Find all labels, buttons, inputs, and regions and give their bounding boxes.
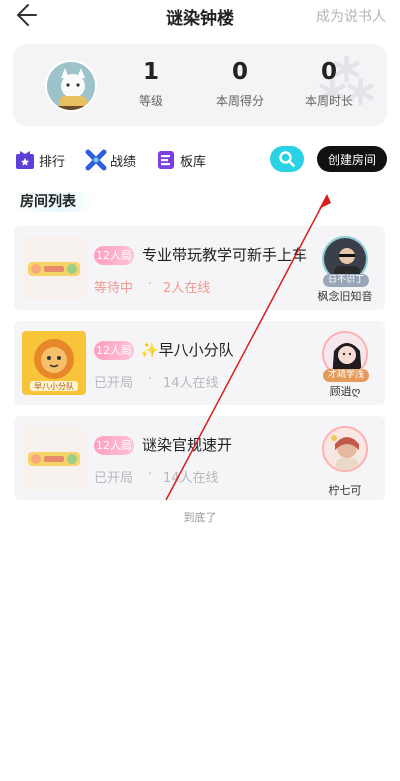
online-count: 14人在线 (163, 471, 219, 486)
room-thumbnail (22, 426, 86, 490)
host-info: 才疏学浅 顾逍ღ (315, 331, 375, 399)
create-room-button[interactable]: 创建房间 (317, 146, 387, 172)
room-status: 已开局 (94, 376, 134, 391)
room-thumbnail: 早八小分队 (22, 331, 86, 395)
weekly-duration-stat: 0 本周时长 (289, 58, 369, 109)
weekly-score-label: 本周得分 (215, 94, 264, 108)
room-status: 等待中 (94, 281, 134, 296)
player-count-badge: 12人局 (94, 436, 134, 455)
script-library-label: 板库 (180, 154, 207, 170)
host-avatar (322, 426, 368, 472)
online-count: 2人在线 (163, 281, 211, 296)
record-label: 战绩 (110, 154, 137, 170)
room-card[interactable]: 早八小分队 12人局 ✨早八小分队 已开局 · 14人在线 才疏学浅 顾逍ღ (14, 321, 385, 405)
room-name: ✨早八小分队 (140, 341, 234, 359)
player-count-badge: 12人局 (94, 341, 134, 360)
script-library-button[interactable]: 板库 (155, 149, 206, 171)
script-library-icon (158, 151, 174, 169)
action-bar: 排行 战绩 板库 创建房间 (0, 146, 400, 174)
avatar[interactable] (45, 60, 97, 112)
search-button[interactable] (270, 146, 304, 172)
room-status: 已开局 (94, 471, 134, 486)
level-stat: 1 等级 (111, 58, 191, 109)
level-label: 等级 (138, 94, 163, 108)
room-list-title: 房间列表 (12, 192, 94, 212)
host-name: 顾逍ღ (329, 385, 361, 398)
ranking-label: 排行 (39, 154, 66, 170)
player-count-badge: 12人局 (94, 246, 134, 265)
top-bar: 谜染钟楼 成为说书人 (0, 0, 400, 30)
online-count: 14人在线 (163, 376, 219, 391)
thumbnail-caption: 早八小分队 (34, 382, 74, 391)
host-info: 日不识丁 枫念旧知音 (315, 236, 375, 304)
separator-dot: · (148, 372, 153, 387)
ranking-icon (16, 151, 34, 169)
end-of-list-text: 到底了 (183, 511, 217, 524)
user-stats-card: ⁂ 1 等级 0 本周得分 0 本周时长 (13, 44, 387, 126)
room-name: 专业带玩教学可新手上车 (142, 246, 308, 264)
room-card[interactable]: 12人局 专业带玩教学可新手上车 等待中 · 2人在线 日不识丁 枫念旧知音 (14, 226, 385, 310)
level-value: 1 (142, 59, 159, 85)
search-icon (279, 151, 295, 167)
weekly-score-value: 0 (231, 59, 248, 85)
weekly-score-stat: 0 本周得分 (200, 58, 280, 109)
separator-dot: · (148, 467, 153, 482)
weekly-duration-value: 0 (320, 59, 337, 85)
room-thumbnail (22, 236, 86, 300)
room-name: 谜染官规速开 (142, 436, 233, 454)
host-title-tag: 日不识丁 (323, 274, 370, 287)
host-name: 枫念旧知音 (317, 290, 373, 303)
separator-dot: · (148, 277, 153, 292)
room-card[interactable]: 12人局 谜染官规速开 已开局 · 14人在线 柠七可 (14, 416, 385, 500)
host-title-tag: 才疏学浅 (323, 369, 370, 382)
host-info: 柠七可 (315, 426, 375, 498)
become-narrator-link[interactable]: 成为说书人 (316, 6, 386, 26)
host-name: 柠七可 (328, 484, 362, 497)
record-button[interactable]: 战绩 (85, 149, 136, 171)
crossed-swords-icon (85, 149, 107, 171)
weekly-duration-label: 本周时长 (304, 94, 353, 108)
ranking-button[interactable]: 排行 (14, 149, 65, 171)
